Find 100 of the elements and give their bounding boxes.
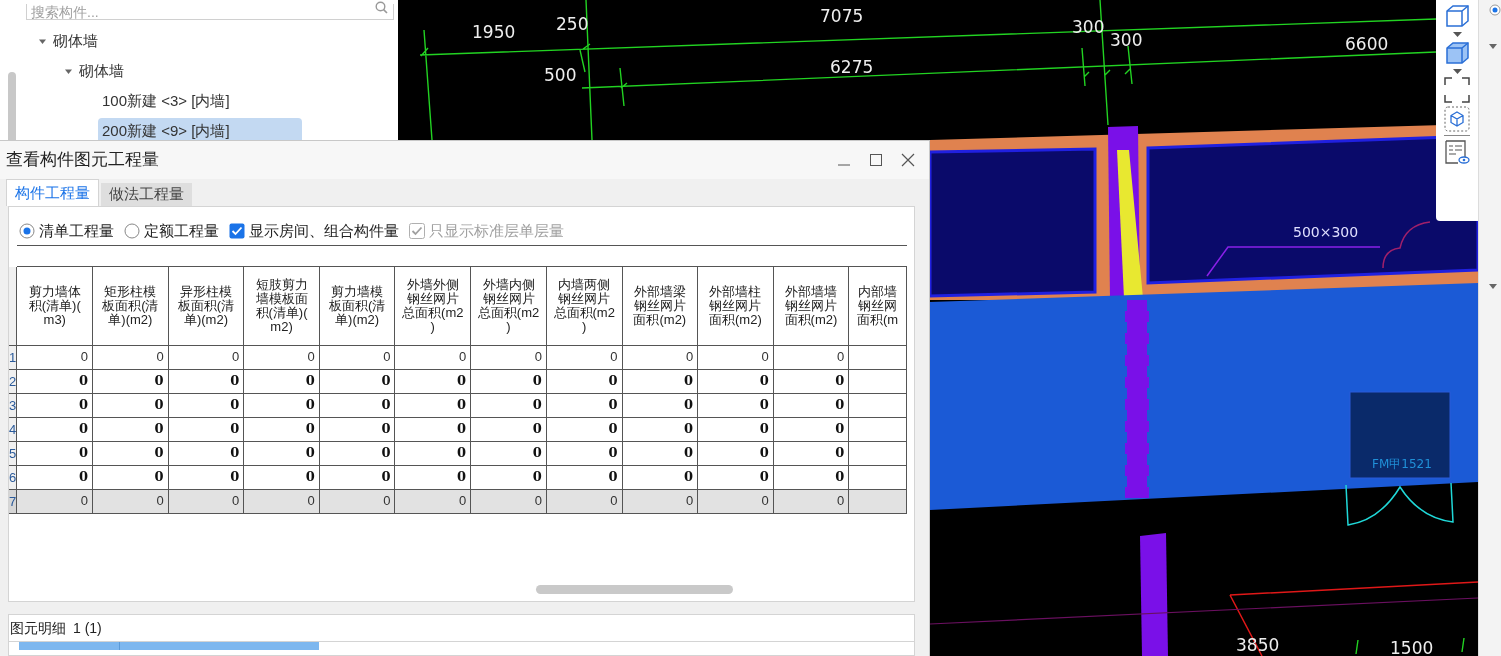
caret-icon[interactable] bbox=[1489, 44, 1497, 49]
radio-button[interactable] bbox=[19, 223, 35, 239]
table-cell: 0 bbox=[168, 393, 244, 417]
row-number: 3 bbox=[9, 393, 17, 417]
table-cell: 0 bbox=[92, 345, 169, 369]
cube-icon[interactable] bbox=[1444, 106, 1470, 132]
caret-icon[interactable] bbox=[1452, 69, 1462, 74]
checkbox[interactable] bbox=[229, 223, 245, 239]
table-cell: 0 bbox=[168, 441, 244, 465]
table-cell: 0 bbox=[470, 393, 547, 417]
dimension-label: 300 bbox=[1110, 30, 1143, 50]
table-cell: 0 bbox=[17, 489, 93, 513]
tab[interactable]: 构件工程量 bbox=[6, 179, 99, 206]
search-icon[interactable] bbox=[375, 1, 388, 14]
table-cell: 0 bbox=[697, 393, 774, 417]
table-cell: 0 bbox=[394, 369, 471, 393]
horizontal-scrollbar[interactable] bbox=[536, 585, 733, 594]
table-cell: 0 bbox=[17, 345, 93, 369]
row-number: 6 bbox=[9, 465, 17, 489]
dimension-label: 1500 bbox=[1390, 638, 1434, 656]
dialog-title: 查看构件图元工程量 bbox=[6, 149, 159, 172]
table-cell: 0 bbox=[773, 345, 849, 369]
table-cell: 0 bbox=[697, 417, 774, 441]
table-cell: 0 bbox=[546, 441, 623, 465]
table-cell: 0 bbox=[394, 465, 471, 489]
table-cell: 0 bbox=[92, 369, 169, 393]
table-cell: 0 bbox=[243, 393, 320, 417]
row-number: 7 bbox=[9, 489, 17, 513]
radio-icon[interactable] bbox=[1489, 4, 1501, 16]
count-label: 1 (1) bbox=[73, 618, 102, 638]
close-icon[interactable] bbox=[901, 153, 915, 167]
table-cell: 0 bbox=[319, 369, 395, 393]
dimension-label: 500 bbox=[544, 65, 577, 85]
table-cell: 0 bbox=[773, 465, 849, 489]
column-header: 剪力墙体 积(清单)( m3) bbox=[27, 284, 82, 327]
search-field[interactable]: 搜索构件... bbox=[26, 3, 394, 20]
table-cell: 0 bbox=[243, 441, 320, 465]
column-header: 内部墙 钢丝网 面积(m bbox=[856, 284, 900, 327]
tree-item[interactable]: 砌体墙 bbox=[53, 29, 98, 53]
table-cell: 0 bbox=[17, 393, 93, 417]
dimension-label: 1950 bbox=[472, 22, 516, 42]
table-cell: 0 bbox=[168, 345, 244, 369]
tree-item[interactable]: 砌体墙 bbox=[79, 59, 124, 83]
row-number: 4 bbox=[9, 417, 17, 441]
table-cell: 0 bbox=[168, 465, 244, 489]
column-header: 矩形柱模 板面积(清 单)(m2) bbox=[101, 284, 160, 327]
table-cell: 0 bbox=[470, 345, 547, 369]
tree-item[interactable]: 100新建 <3> [内墙] bbox=[98, 88, 302, 114]
table-cell: 0 bbox=[622, 441, 698, 465]
dimension-label: 7075 bbox=[820, 6, 864, 26]
table-cell: 0 bbox=[243, 345, 320, 369]
table-cell: 0 bbox=[168, 417, 244, 441]
table-cell: 0 bbox=[470, 417, 547, 441]
table-cell: 0 bbox=[470, 441, 547, 465]
table-cell: 0 bbox=[168, 369, 244, 393]
table-cell: 0 bbox=[697, 441, 774, 465]
table-cell: 0 bbox=[546, 393, 623, 417]
column-header: 短肢剪力 墙模板面 积(清单)( m2) bbox=[254, 277, 309, 334]
table-cell: 0 bbox=[394, 441, 471, 465]
table-cell: 0 bbox=[17, 369, 93, 393]
column-header: 外部墙柱 钢丝网片 面积(m2) bbox=[708, 284, 763, 327]
table-cell: 0 bbox=[546, 369, 623, 393]
table-cell: 0 bbox=[17, 465, 93, 489]
table-cell: 0 bbox=[243, 369, 320, 393]
cube-icon[interactable] bbox=[1444, 40, 1470, 66]
column-header: 外墙内侧 钢丝网片 总面积(m2 ) bbox=[476, 277, 541, 334]
table-cell: 0 bbox=[697, 489, 774, 513]
option-label[interactable]: 显示房间、组合构件量 bbox=[249, 219, 399, 243]
caret-icon[interactable] bbox=[1489, 284, 1497, 289]
table-cell: 0 bbox=[622, 369, 698, 393]
table-cell: 0 bbox=[394, 489, 471, 513]
caret-icon[interactable] bbox=[1452, 32, 1462, 37]
table-cell: 0 bbox=[92, 489, 169, 513]
table-cell: 0 bbox=[92, 465, 169, 489]
table-cell: 0 bbox=[319, 345, 395, 369]
radio-button[interactable] bbox=[124, 223, 140, 239]
table-cell: 0 bbox=[17, 417, 93, 441]
cube-icon[interactable] bbox=[1444, 3, 1470, 29]
column-header: 异形柱模 板面积(清 单)(m2) bbox=[176, 284, 236, 327]
list-view-icon[interactable] bbox=[1444, 139, 1470, 165]
fullscreen-icon[interactable] bbox=[1444, 77, 1470, 103]
column-header: 外墙外侧 钢丝网片 总面积(m2 ) bbox=[401, 277, 465, 334]
table-cell: 0 bbox=[546, 465, 623, 489]
table-cell: 0 bbox=[622, 489, 698, 513]
table-cell: 0 bbox=[17, 441, 93, 465]
row-number: 5 bbox=[9, 441, 17, 465]
tab[interactable]: 做法工程量 bbox=[101, 183, 192, 206]
table-cell: 0 bbox=[773, 417, 849, 441]
table-cell: 0 bbox=[470, 369, 547, 393]
option-label[interactable]: 清单工程量 bbox=[39, 219, 114, 243]
table-cell: 0 bbox=[394, 345, 471, 369]
table-cell: 0 bbox=[622, 393, 698, 417]
table-cell: 0 bbox=[546, 417, 623, 441]
panel-title: 图元明细 bbox=[10, 618, 66, 638]
table-cell: 0 bbox=[773, 441, 849, 465]
table-cell: 0 bbox=[470, 489, 547, 513]
table-cell: 0 bbox=[622, 465, 698, 489]
table-cell: 0 bbox=[546, 489, 623, 513]
maximize-icon[interactable] bbox=[869, 153, 883, 167]
option-label[interactable]: 定额工程量 bbox=[144, 219, 219, 243]
